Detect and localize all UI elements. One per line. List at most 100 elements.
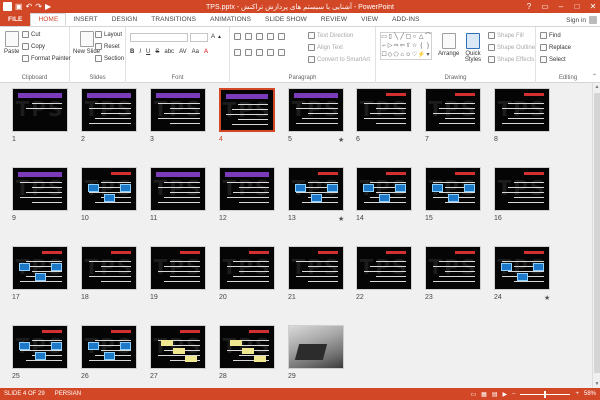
change-case-button[interactable]: Aa — [192, 49, 199, 55]
increase-indent-icon[interactable] — [267, 33, 274, 40]
slide-thumbnail[interactable]: TPS — [288, 167, 344, 211]
transition-star-icon[interactable]: ★ — [338, 215, 344, 223]
find-button[interactable]: Find — [540, 32, 561, 39]
slide-thumbnail[interactable] — [288, 325, 344, 369]
slide-thumbnail[interactable]: TPS — [150, 88, 206, 132]
decrease-indent-icon[interactable] — [256, 33, 263, 40]
arrange-button[interactable]: Arrange — [438, 33, 459, 57]
slide-show-icon[interactable]: ▶ — [503, 391, 508, 398]
slide-sorter-view-icon[interactable]: ▦ — [481, 391, 487, 398]
italic-button[interactable]: I — [139, 49, 141, 55]
slide-thumbnail[interactable]: TPS — [425, 88, 481, 132]
zoom-slider[interactable] — [520, 390, 571, 398]
slide-thumbnail[interactable]: TPS — [150, 325, 206, 369]
tab-design[interactable]: DESIGN — [105, 13, 145, 26]
maximize-button[interactable]: □ — [572, 2, 582, 11]
slide-thumbnail[interactable]: TPS — [81, 325, 137, 369]
quick-styles-button[interactable]: Quick Styles — [462, 33, 484, 63]
start-from-beginning-icon[interactable]: ▶ — [45, 2, 51, 11]
slide-thumbnail[interactable]: TPS — [356, 88, 412, 132]
slide-thumbnail[interactable]: TPS — [356, 167, 412, 211]
close-button[interactable]: ✕ — [588, 2, 598, 11]
slide-thumbnail[interactable]: TPS — [12, 88, 68, 132]
format-painter-button[interactable]: Format Painter — [22, 55, 71, 62]
tab-home[interactable]: HOME — [30, 13, 67, 26]
tab-slide-show[interactable]: SLIDE SHOW — [258, 13, 314, 26]
align-center-icon[interactable] — [245, 49, 252, 56]
save-icon[interactable]: ▣ — [15, 2, 23, 11]
zoom-in-icon[interactable]: + — [575, 391, 579, 397]
convert-smartart-button[interactable]: Convert to SmartArt — [308, 56, 370, 63]
tab-animations[interactable]: ANIMATIONS — [203, 13, 258, 26]
columns-icon[interactable] — [278, 49, 285, 56]
slide-thumbnail[interactable]: TPS — [288, 246, 344, 290]
scroll-up-icon[interactable]: ▲ — [593, 83, 600, 91]
strikethrough-button[interactable]: abc — [164, 49, 174, 55]
slide-thumbnail[interactable]: TPS — [288, 88, 344, 132]
slide-thumbnail[interactable]: TPS — [425, 246, 481, 290]
align-right-icon[interactable] — [256, 49, 263, 56]
bold-button[interactable]: B — [130, 49, 134, 55]
scrollbar-thumb[interactable] — [594, 93, 600, 373]
slide-thumbnail[interactable]: TPS — [356, 246, 412, 290]
font-color-button[interactable]: A — [204, 49, 208, 55]
reset-button[interactable]: Reset — [95, 43, 120, 50]
tab-transitions[interactable]: TRANSITIONS — [144, 13, 203, 26]
minimize-button[interactable]: – — [556, 2, 566, 11]
tab-file[interactable]: FILE — [0, 13, 31, 26]
shape-effects-button[interactable]: Shape Effects — [488, 56, 534, 63]
slide-thumbnail[interactable]: TPS — [494, 246, 550, 290]
align-left-icon[interactable] — [234, 49, 241, 56]
grow-font-icon[interactable]: A ▲ — [211, 34, 222, 40]
normal-view-icon[interactable]: ▭ — [470, 391, 476, 398]
select-button[interactable]: Select — [540, 56, 566, 63]
cut-button[interactable]: Cut — [22, 31, 40, 38]
slide-thumbnail[interactable]: TPS — [81, 88, 137, 132]
user-avatar[interactable] — [589, 16, 597, 24]
help-icon[interactable]: ? — [524, 2, 534, 11]
slide-thumbnail[interactable]: TPS — [494, 167, 550, 211]
slide-thumbnail[interactable]: TPS — [12, 325, 68, 369]
font-size-select[interactable] — [190, 33, 208, 42]
slide-thumbnail[interactable]: TPS — [150, 246, 206, 290]
copy-button[interactable]: Copy — [22, 43, 45, 50]
collapse-ribbon-icon[interactable]: ⌃ — [592, 73, 597, 80]
zoom-level[interactable]: 58% — [584, 391, 596, 397]
section-button[interactable]: Section — [95, 55, 124, 62]
redo-icon[interactable]: ↷ — [35, 2, 42, 11]
reading-view-icon[interactable]: ▤ — [492, 391, 498, 398]
replace-button[interactable]: Replace — [540, 44, 571, 51]
slide-thumbnail[interactable]: TPS — [219, 246, 275, 290]
tab-review[interactable]: REVIEW — [314, 13, 354, 26]
justify-icon[interactable] — [267, 49, 274, 56]
ribbon-display-options-icon[interactable]: ▭ — [540, 2, 550, 11]
slide-thumbnail[interactable]: TPS — [219, 167, 275, 211]
bullets-icon[interactable] — [234, 33, 241, 40]
slide-thumbnail[interactable]: TPS — [81, 246, 137, 290]
slide-thumbnail[interactable]: TPS — [219, 88, 275, 132]
tab-add-ins[interactable]: ADD-INS — [385, 13, 426, 26]
slide-thumbnail[interactable]: TPS — [12, 167, 68, 211]
paste-button[interactable]: Paste — [4, 31, 19, 55]
text-direction-button[interactable]: Text Direction — [308, 32, 353, 39]
shape-fill-button[interactable]: Shape Fill — [488, 32, 524, 39]
font-name-select[interactable] — [130, 33, 188, 42]
layout-button[interactable]: Layout — [95, 31, 122, 38]
align-text-button[interactable]: Align Text — [308, 44, 343, 51]
language-indicator[interactable]: PERSIAN — [55, 391, 81, 397]
sign-in-link[interactable]: Sign in — [566, 13, 586, 27]
slide-thumbnail[interactable]: TPS — [494, 88, 550, 132]
undo-icon[interactable]: ↶ — [26, 2, 33, 11]
tab-view[interactable]: VIEW — [354, 13, 385, 26]
shadow-button[interactable]: S — [155, 49, 159, 55]
shape-outline-button[interactable]: Shape Outline — [488, 44, 535, 51]
underline-button[interactable]: U — [146, 49, 150, 55]
vertical-scrollbar[interactable]: ▲ ▼ — [592, 83, 600, 388]
shapes-gallery[interactable]: ▭ ▯ ╲ ╱ ▢ ○ △ ⌒ ⌐ ▷ ⇨ ⇦ ⇧ ☆{} ☐ ◇ ⬠ ⌂ ☺ ♡ ⚡ ▾ — [380, 32, 432, 60]
line-spacing-icon[interactable] — [278, 33, 285, 40]
zoom-out-icon[interactable]: – — [512, 391, 515, 397]
slide-thumbnail[interactable]: TPS — [425, 167, 481, 211]
numbering-icon[interactable] — [245, 33, 252, 40]
tab-insert[interactable]: INSERT — [66, 13, 104, 26]
transition-star-icon[interactable]: ★ — [338, 136, 344, 144]
